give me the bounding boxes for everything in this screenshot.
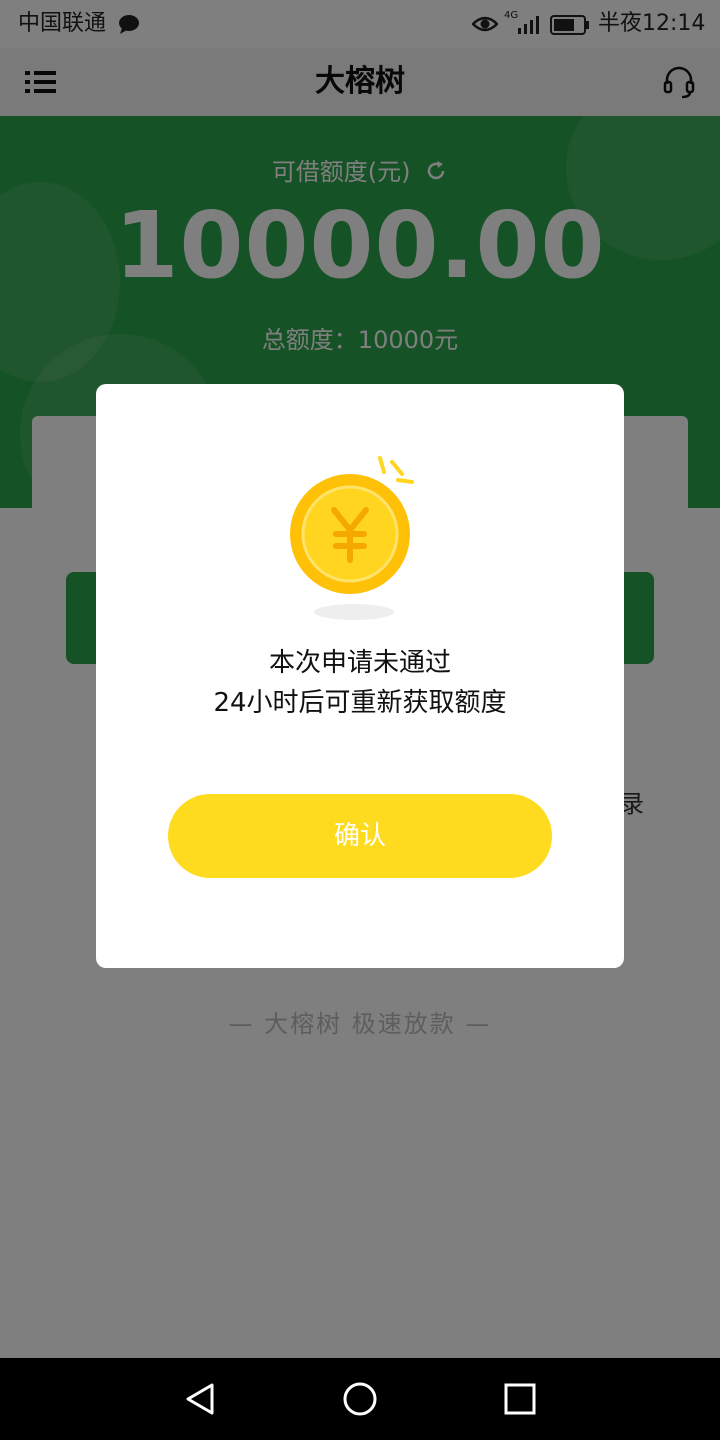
system-nav-bar bbox=[0, 1358, 720, 1440]
dialog-message-line1: 本次申请未通过 bbox=[268, 648, 451, 678]
home-circle-icon[interactable] bbox=[342, 1381, 378, 1421]
rejection-dialog: 本次申请未通过 24小时后可重新获取额度 确认 bbox=[96, 384, 624, 968]
confirm-button[interactable]: 确认 bbox=[168, 794, 552, 878]
back-triangle-icon[interactable] bbox=[184, 1382, 216, 1420]
dialog-message-line2: 24小时后可重新获取额度 bbox=[213, 688, 507, 718]
recents-square-icon[interactable] bbox=[504, 1383, 536, 1419]
yuan-coin-icon bbox=[284, 450, 434, 630]
